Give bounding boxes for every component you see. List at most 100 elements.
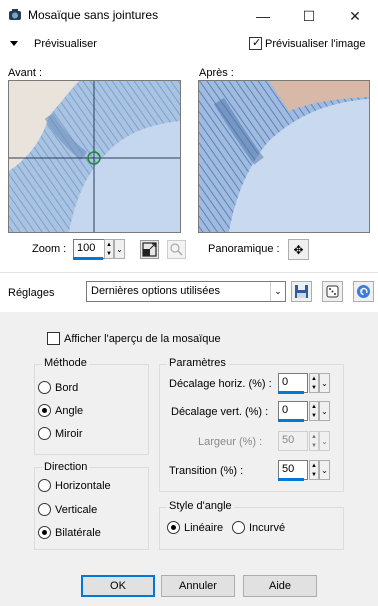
angle-curved-label: Incurvé: [249, 522, 286, 534]
minimize-icon: —: [256, 8, 270, 24]
tile-preview-label: Afficher l'aperçu de la mosaïque: [64, 333, 221, 345]
v-offset-stepper[interactable]: ▲ ▼: [309, 401, 319, 421]
method-bord-radio[interactable]: [38, 381, 51, 394]
v-offset-input[interactable]: 0: [278, 401, 308, 421]
transition-slider-bar[interactable]: [278, 478, 304, 481]
method-miroir-radio[interactable]: [38, 427, 51, 440]
width-dropdown: ⌄: [319, 431, 330, 451]
tile-preview-checkbox[interactable]: [47, 332, 60, 345]
method-miroir-label: Miroir: [55, 428, 83, 440]
help-button[interactable]: Aide: [243, 575, 317, 597]
h-offset-input[interactable]: 0: [278, 373, 308, 393]
close-button[interactable]: ✕: [332, 0, 378, 32]
sweater-photo-before: [9, 81, 180, 232]
chevron-down-icon: ⌄: [274, 286, 282, 296]
zoom-slider-bar[interactable]: [73, 257, 103, 260]
direction-group-title: Direction: [42, 461, 90, 473]
h-offset-dropdown[interactable]: ⌄: [319, 373, 330, 393]
close-icon: ✕: [349, 7, 361, 24]
v-offset-dropdown[interactable]: ⌄: [319, 401, 330, 421]
spin-down-icon[interactable]: ▼: [310, 383, 318, 392]
ok-button[interactable]: OK: [81, 575, 155, 597]
presets-dropdown-arrow[interactable]: ⌄: [270, 282, 285, 301]
direction-vertical-radio[interactable]: [38, 503, 51, 516]
settings-label: Réglages: [8, 287, 55, 299]
transition-input[interactable]: 50: [278, 460, 308, 480]
h-offset-stepper[interactable]: ▲ ▼: [309, 373, 319, 393]
sweater-photo-after: [199, 81, 369, 232]
preview-toggle-label[interactable]: Prévisualiser: [34, 38, 97, 50]
zoom-actual-size-button[interactable]: [167, 240, 186, 259]
pan-label: Panoramique :: [208, 243, 280, 255]
before-preview-image[interactable]: [8, 80, 181, 233]
angle-style-group-title: Style d'angle: [167, 500, 234, 512]
spin-up-icon[interactable]: ▲: [310, 374, 318, 383]
zoom-stepper[interactable]: ▲ ▼: [104, 239, 114, 259]
h-offset-label: Décalage horiz. (%) :: [169, 378, 272, 390]
direction-bilateral-radio[interactable]: [38, 526, 51, 539]
randomize-button[interactable]: [322, 281, 343, 302]
direction-bilateral-label: Bilatérale: [55, 527, 101, 539]
direction-vertical-label: Verticale: [55, 504, 98, 516]
checkmark-icon: ✓: [252, 37, 262, 49]
minimize-button[interactable]: —: [240, 0, 286, 32]
method-group: [34, 364, 149, 455]
direction-horizontal-radio[interactable]: [38, 479, 51, 492]
transition-dropdown[interactable]: ⌄: [319, 460, 330, 480]
floppy-disk-icon: [295, 285, 308, 298]
v-offset-slider-bar[interactable]: [278, 419, 304, 422]
app-icon: [8, 8, 22, 22]
spin-down-icon[interactable]: ▼: [105, 249, 113, 258]
pan-button[interactable]: ✥: [288, 239, 309, 260]
method-bord-label: Bord: [55, 382, 79, 394]
spin-down-icon[interactable]: ▼: [310, 411, 318, 420]
chevron-down-icon[interactable]: [10, 41, 18, 46]
save-preset-button[interactable]: [291, 281, 312, 302]
zoom-label: Zoom :: [32, 243, 67, 255]
maximize-button[interactable]: ☐: [286, 0, 332, 32]
after-label: Après :: [199, 67, 234, 79]
preview-image-checkbox[interactable]: ✓: [249, 37, 262, 50]
angle-curved-radio[interactable]: [232, 521, 245, 534]
presets-dropdown-value: Dernières options utilisées: [91, 285, 221, 297]
after-preview-image: [198, 80, 370, 233]
parameters-group-title: Paramètres: [167, 357, 228, 369]
chevron-down-icon: ⌄: [321, 436, 328, 446]
direction-horizontal-label: Horizontale: [55, 480, 111, 492]
preview-image-label: Prévisualiser l'image: [265, 38, 366, 50]
chevron-down-icon: ⌄: [321, 378, 328, 388]
dice-icon: [326, 285, 339, 298]
undo-arrow-icon: [357, 285, 370, 298]
width-input: 50: [278, 431, 308, 451]
reset-defaults-button[interactable]: [353, 281, 374, 302]
move-arrows-icon: ✥: [293, 242, 304, 257]
chevron-down-icon: ⌄: [116, 244, 123, 254]
chevron-down-icon: ⌄: [321, 406, 328, 416]
v-offset-label: Décalage vert. (%) :: [171, 406, 269, 418]
before-label: Avant :: [8, 67, 43, 79]
h-offset-slider-bar[interactable]: [278, 391, 304, 394]
fit-window-icon: [142, 242, 157, 257]
spin-up-icon[interactable]: ▲: [310, 402, 318, 411]
transition-label: Transition (%) :: [169, 465, 244, 477]
spin-down-icon: ▼: [311, 442, 317, 449]
spin-down-icon[interactable]: ▼: [310, 470, 318, 479]
spin-up-icon[interactable]: ▲: [310, 461, 318, 470]
method-angle-radio[interactable]: [38, 404, 51, 417]
maximize-icon: ☐: [302, 7, 316, 24]
zoom-fit-button[interactable]: [140, 240, 159, 259]
transition-stepper[interactable]: ▲ ▼: [309, 460, 319, 480]
spin-up-icon: ▲: [311, 433, 317, 440]
width-stepper: ▲ ▼: [309, 431, 319, 451]
zoom-dropdown-button[interactable]: ⌄: [114, 239, 125, 259]
spin-up-icon[interactable]: ▲: [105, 240, 113, 249]
method-angle-label: Angle: [55, 405, 84, 417]
cancel-button[interactable]: Annuler: [161, 575, 235, 597]
chevron-down-icon: ⌄: [321, 465, 328, 475]
window-title: Mosaïque sans jointures: [28, 8, 159, 22]
angle-linear-radio[interactable]: [167, 521, 180, 534]
angle-linear-label: Linéaire: [184, 522, 224, 534]
magnifier-icon: [170, 243, 183, 256]
width-label: Largeur (%) :: [198, 436, 263, 448]
method-group-title: Méthode: [42, 357, 89, 369]
